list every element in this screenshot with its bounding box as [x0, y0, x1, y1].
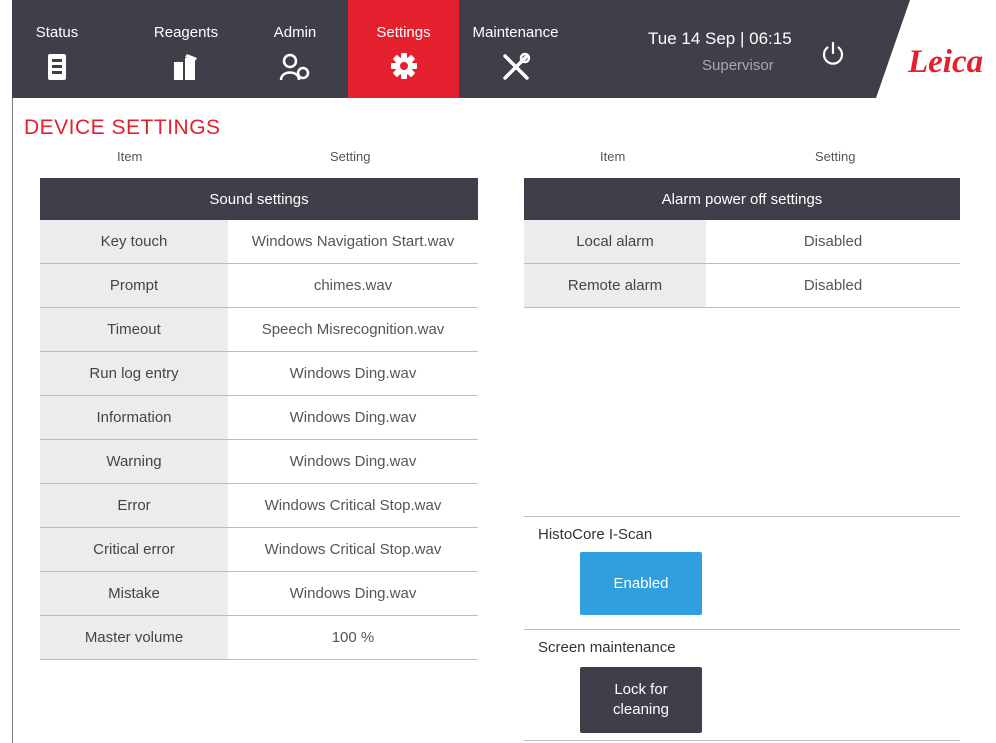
- user-role: Supervisor: [702, 57, 774, 74]
- lock-button-line2: cleaning: [613, 701, 669, 718]
- row-value: Windows Navigation Start.wav: [251, 233, 455, 250]
- row-item: Timeout: [40, 308, 228, 351]
- date-time-display: Tue 14 Sep | 06:15: [648, 29, 792, 48]
- iscan-label: HistoCore I-Scan: [538, 526, 653, 543]
- table-row[interactable]: Timeout Speech Misrecognition.wav: [40, 308, 478, 352]
- tab-settings-label: Settings: [376, 24, 431, 41]
- row-value: Windows Ding.wav: [289, 365, 417, 382]
- tab-reagents-label: Reagents: [153, 24, 219, 41]
- lock-for-cleaning-button[interactable]: Lock for cleaning: [580, 667, 702, 733]
- row-item: Prompt: [40, 264, 228, 307]
- power-icon[interactable]: [820, 41, 846, 72]
- table-row[interactable]: Remote alarm Disabled: [524, 264, 960, 308]
- table-row[interactable]: Information Windows Ding.wav: [40, 396, 478, 440]
- tab-status[interactable]: Status: [12, 0, 102, 98]
- tab-maintenance-label: Maintenance: [472, 24, 559, 41]
- tab-admin-label: Admin: [273, 24, 317, 41]
- sound-setting-column-header: Setting: [330, 149, 371, 164]
- top-nav-bar: Status Reagents Admin Settings Maintenan…: [12, 0, 996, 98]
- row-value: Windows Critical Stop.wav: [264, 497, 442, 514]
- status-icon: [46, 52, 68, 87]
- table-row[interactable]: Critical error Windows Critical Stop.wav: [40, 528, 478, 572]
- tab-settings[interactable]: Settings: [348, 0, 459, 98]
- row-value: Windows Critical Stop.wav: [264, 541, 442, 558]
- lock-button-line1: Lock for: [614, 681, 668, 698]
- sound-settings-header: Sound settings: [40, 178, 478, 220]
- row-item: Remote alarm: [524, 264, 706, 307]
- table-row[interactable]: Prompt chimes.wav: [40, 264, 478, 308]
- table-row[interactable]: Master volume 100 %: [40, 616, 478, 660]
- row-item: Master volume: [40, 616, 228, 659]
- section-divider: [524, 740, 960, 741]
- page-title: DEVICE SETTINGS: [24, 116, 221, 139]
- left-border: [12, 98, 13, 743]
- row-value: Windows Ding.wav: [289, 585, 417, 602]
- tab-maintenance[interactable]: Maintenance: [463, 0, 568, 98]
- tab-admin[interactable]: Admin: [246, 0, 344, 98]
- row-item: Information: [40, 396, 228, 439]
- row-value: Speech Misrecognition.wav: [261, 321, 445, 338]
- table-row[interactable]: Error Windows Critical Stop.wav: [40, 484, 478, 528]
- row-value: Windows Ding.wav: [289, 409, 417, 426]
- reagents-icon: [171, 52, 201, 87]
- gear-icon: [390, 52, 418, 85]
- leica-logo: Leica: [908, 44, 984, 80]
- iscan-enabled-button[interactable]: Enabled: [580, 552, 702, 615]
- alarm-item-column-header: Item: [600, 149, 626, 164]
- row-value: Disabled: [803, 277, 863, 294]
- row-item: Critical error: [40, 528, 228, 571]
- row-item: Key touch: [40, 220, 228, 263]
- row-value: Windows Ding.wav: [289, 453, 417, 470]
- alarm-settings-header: Alarm power off settings: [524, 178, 960, 220]
- section-divider: [524, 629, 960, 630]
- row-value: Disabled: [803, 233, 863, 250]
- tab-reagents[interactable]: Reagents: [138, 0, 234, 98]
- screen-maintenance-label: Screen maintenance: [538, 639, 676, 656]
- row-item: Local alarm: [524, 220, 706, 263]
- row-value: chimes.wav: [313, 277, 393, 294]
- table-row[interactable]: Local alarm Disabled: [524, 220, 960, 264]
- table-row[interactable]: Mistake Windows Ding.wav: [40, 572, 478, 616]
- table-row[interactable]: Run log entry Windows Ding.wav: [40, 352, 478, 396]
- row-value: 100 %: [331, 629, 375, 646]
- section-divider: [524, 516, 960, 517]
- row-item: Warning: [40, 440, 228, 483]
- tools-icon: [500, 52, 532, 87]
- table-row[interactable]: Warning Windows Ding.wav: [40, 440, 478, 484]
- row-item: Run log entry: [40, 352, 228, 395]
- alarm-setting-column-header: Setting: [815, 149, 856, 164]
- sound-item-column-header: Item: [117, 149, 143, 164]
- tab-status-label: Status: [35, 24, 79, 41]
- admin-icon: [279, 52, 311, 87]
- sound-settings-table: Sound settings Key touch Windows Navigat…: [40, 178, 478, 660]
- table-row[interactable]: Key touch Windows Navigation Start.wav: [40, 220, 478, 264]
- row-item: Mistake: [40, 572, 228, 615]
- alarm-settings-table: Alarm power off settings Local alarm Dis…: [524, 178, 960, 308]
- row-item: Error: [40, 484, 228, 527]
